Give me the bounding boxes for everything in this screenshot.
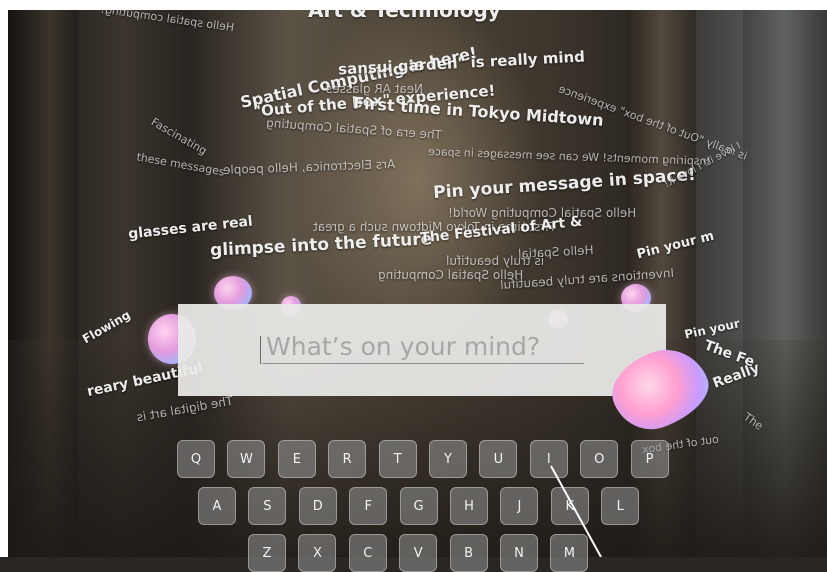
pointer-ray-line [550,465,602,557]
pointer-ray [550,465,602,557]
